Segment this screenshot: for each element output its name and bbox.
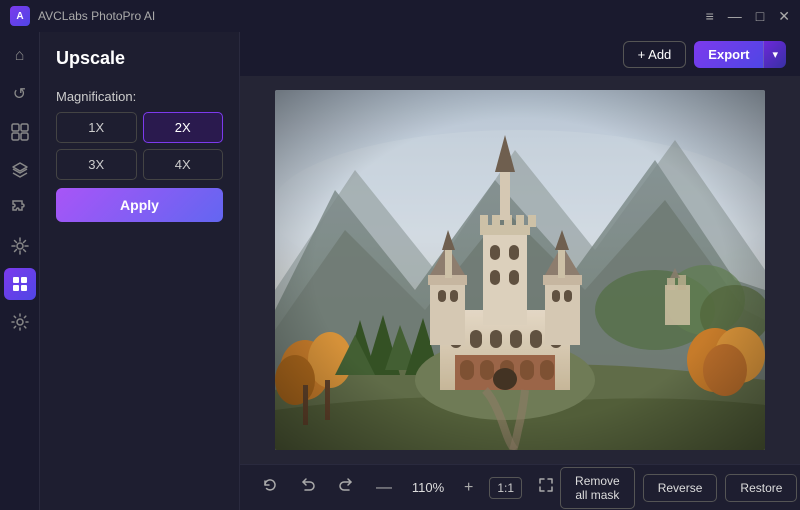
mag-btn-3x[interactable]: 3X (56, 149, 137, 180)
sidebar-item-upscale[interactable] (4, 268, 36, 300)
bottombar-controls: — 110% + 1:1 (256, 473, 560, 502)
fit-screen-button[interactable] (532, 473, 560, 502)
sidebar-item-refresh[interactable]: ↺ (4, 78, 36, 110)
bottombar: — 110% + 1:1 Remove all mask Reverse Res… (240, 464, 800, 510)
mag-btn-1x[interactable]: 1X (56, 112, 137, 143)
undo-button[interactable] (294, 473, 322, 502)
icon-sidebar: ⌂ ↺ (0, 32, 40, 510)
reverse-button[interactable]: Reverse (643, 474, 718, 502)
apply-button[interactable]: Apply (56, 188, 223, 222)
minimize-icon[interactable]: — (728, 9, 742, 23)
redo-button[interactable] (332, 473, 360, 502)
panel: Upscale Magnification: 1X 2X 3X 4X Apply (40, 32, 240, 510)
magnification-grid: 1X 2X 3X 4X (56, 112, 223, 180)
main-layout: ⌂ ↺ (0, 32, 800, 510)
maximize-icon[interactable]: □ (756, 9, 764, 23)
content-area: + Add Export ▾ (240, 32, 800, 510)
restore-button[interactable]: Restore (725, 474, 797, 502)
export-btn-group: Export ▾ (694, 41, 786, 68)
zoom-level: 110% (408, 480, 448, 495)
castle-image (275, 90, 765, 450)
app-logo-letter: A (16, 11, 23, 22)
sidebar-item-magic[interactable] (4, 230, 36, 262)
close-icon[interactable]: ✕ (778, 9, 790, 23)
titlebar-controls: ≡ — □ ✕ (706, 9, 790, 23)
zoom-out-button[interactable]: — (370, 475, 398, 501)
bottombar-actions: Remove all mask Reverse Restore (560, 467, 797, 509)
sidebar-item-settings[interactable] (4, 306, 36, 338)
menu-icon[interactable]: ≡ (706, 9, 714, 23)
sidebar-item-layers[interactable] (4, 154, 36, 186)
image-area (240, 76, 800, 464)
titlebar: A AVCLabs PhotoPro AI ≡ — □ ✕ (0, 0, 800, 32)
zoom-in-button[interactable]: + (458, 475, 479, 501)
add-button[interactable]: + Add (623, 41, 687, 68)
export-button[interactable]: Export (694, 41, 763, 68)
app-title: AVCLabs PhotoPro AI (38, 9, 155, 23)
sidebar-item-grid[interactable] (4, 116, 36, 148)
topbar: + Add Export ▾ (240, 32, 800, 76)
mag-btn-4x[interactable]: 4X (143, 149, 224, 180)
magnification-label: Magnification: (56, 89, 223, 104)
rotate-left-button[interactable] (256, 473, 284, 502)
sidebar-item-puzzle[interactable] (4, 192, 36, 224)
mag-btn-2x[interactable]: 2X (143, 112, 224, 143)
sidebar-item-home[interactable]: ⌂ (4, 40, 36, 72)
app-logo: A (10, 6, 30, 26)
remove-mask-button[interactable]: Remove all mask (560, 467, 635, 509)
panel-title: Upscale (56, 48, 223, 69)
titlebar-left: A AVCLabs PhotoPro AI (10, 6, 155, 26)
export-dropdown-button[interactable]: ▾ (763, 41, 786, 68)
ratio-button[interactable]: 1:1 (489, 477, 522, 499)
